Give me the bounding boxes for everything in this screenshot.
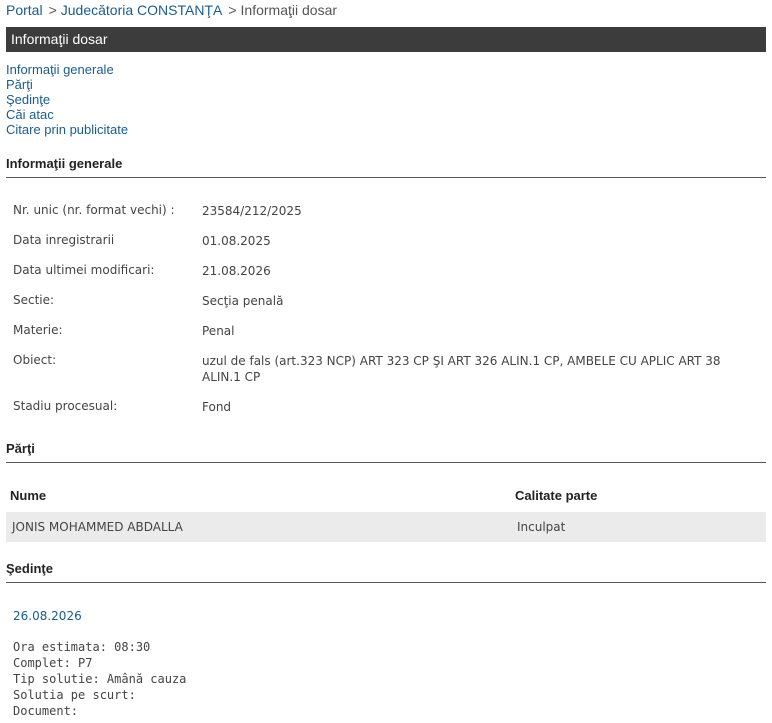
breadcrumb-portal-link[interactable]: Portal <box>6 2 43 18</box>
info-label: Data ultimei modificari: <box>13 263 155 277</box>
nav-link-cai-atac[interactable]: Căi atac <box>6 107 128 122</box>
object-value: uzul de fals (art.323 NCP) ART 323 CP ŞI… <box>202 354 721 384</box>
column-header-name: Nume <box>10 488 47 503</box>
breadcrumb: Portal > Judecătoria CONSTANŢA > Informaţii … <box>6 2 337 18</box>
info-label: Materie: <box>13 323 63 337</box>
section-nav: Informaţii generale Părţi Şedinţe Căi at… <box>6 62 128 137</box>
section-heading-informatii-generale: Informaţii generale <box>6 156 766 178</box>
session-estimated-time: Ora estimata: 08:30 <box>13 640 151 654</box>
breadcrumb-court-link[interactable]: Judecătoria CONSTANŢA <box>61 2 223 18</box>
last-modified-value: 21.08.2026 <box>202 264 271 278</box>
info-label: Sectie: <box>13 293 55 307</box>
nav-link-informatii-generale[interactable]: Informaţii generale <box>6 62 128 77</box>
nav-link-parti[interactable]: Părţi <box>6 77 128 92</box>
registration-date-value: 01.08.2025 <box>202 234 271 248</box>
info-label: Stadiu procesual: <box>13 399 118 413</box>
nav-link-citare-publicitate[interactable]: Citare prin publicitate <box>6 122 128 137</box>
section-value: Secţia penală <box>202 294 284 308</box>
info-label: Data inregistrarii <box>13 233 115 247</box>
breadcrumb-separator: > <box>48 2 57 18</box>
session-document: Document: <box>13 704 79 718</box>
nav-link-sedinte[interactable]: Şedinţe <box>6 92 128 107</box>
session-details: Ora estimata: 08:30 Complet: P7 Tip solu… <box>13 639 186 719</box>
parti-table-header: Nume Calitate parte <box>10 488 766 503</box>
section-heading-sedinte: Şedinţe <box>6 561 766 583</box>
matter-value: Penal <box>202 324 235 338</box>
session-panel: Complet: P7 <box>13 656 93 670</box>
column-header-role: Calitate parte <box>515 488 598 503</box>
section-heading-parti: Părţi <box>6 441 766 463</box>
info-label: Obiect: <box>13 353 57 367</box>
table-row: JONIS MOHAMMED ABDALLA Inculpat <box>6 512 766 542</box>
session-date: 26.08.2026 <box>13 609 82 623</box>
page-title: Informaţii dosar <box>6 27 766 52</box>
breadcrumb-separator: > <box>228 2 237 18</box>
breadcrumb-current: Informaţii dosar <box>240 2 338 18</box>
case-number-value: 23584/212/2025 <box>202 204 302 218</box>
procedural-stage-value: Fond <box>202 400 232 414</box>
session-solution-summary: Solutia pe scurt: <box>13 688 136 702</box>
party-name: JONIS MOHAMMED ABDALLA <box>12 520 183 534</box>
party-role: Inculpat <box>517 520 566 534</box>
info-label: Nr. unic (nr. format vechi) : <box>13 203 175 217</box>
session-solution-type: Tip solutie: Amână cauza <box>13 672 187 686</box>
